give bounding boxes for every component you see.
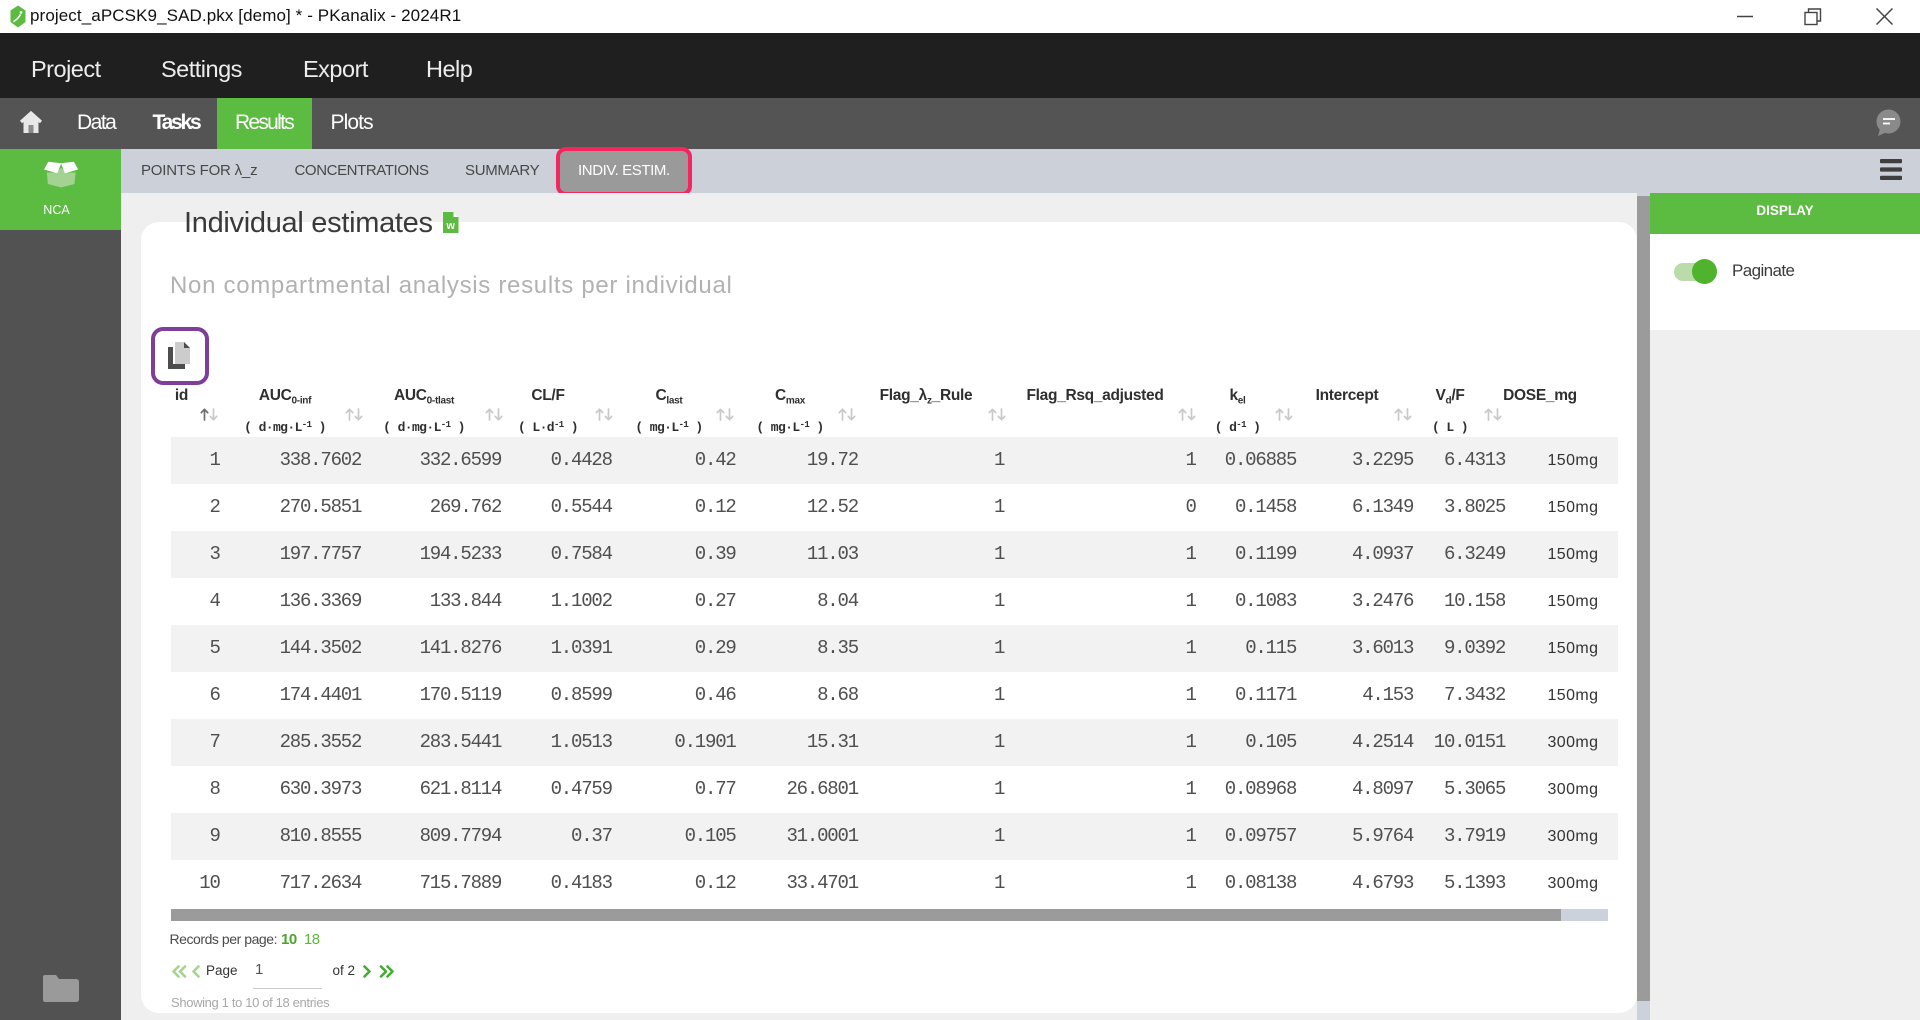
svg-text:w: w [445,220,455,232]
